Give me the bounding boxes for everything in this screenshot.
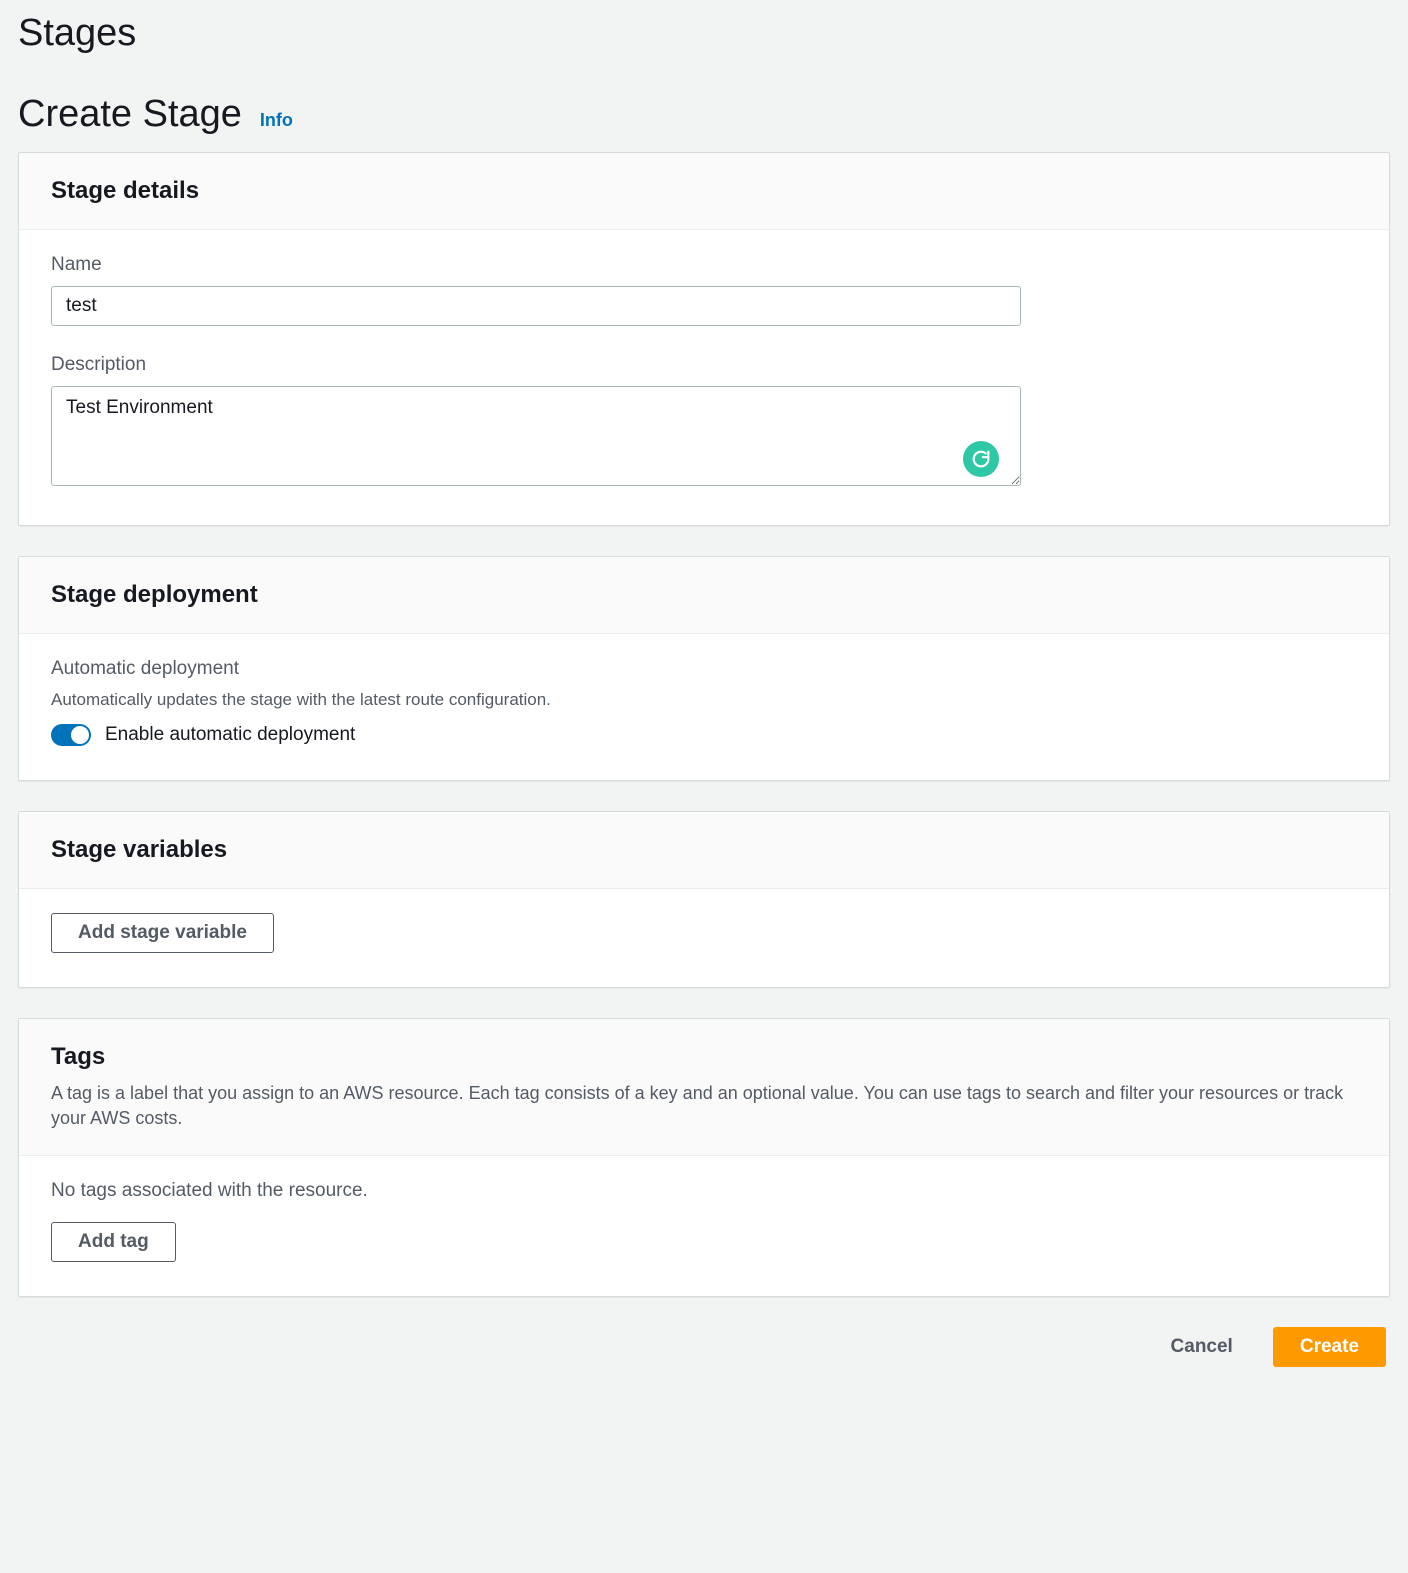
panel-title-tags: Tags <box>51 1043 1357 1071</box>
panel-stage-details: Stage details Name Description Test Envi… <box>18 152 1390 526</box>
enable-auto-deployment-toggle[interactable] <box>51 724 91 746</box>
description-textarea[interactable]: Test Environment <box>51 386 1021 486</box>
tags-empty-message: No tags associated with the resource. <box>51 1180 1357 1202</box>
panel-title-stage-details: Stage details <box>51 177 1357 205</box>
panel-title-stage-variables: Stage variables <box>51 836 1357 864</box>
breadcrumb: Stages <box>18 12 1390 55</box>
panel-stage-deployment: Stage deployment Automatic deployment Au… <box>18 556 1390 781</box>
add-tag-button[interactable]: Add tag <box>51 1222 176 1262</box>
grammarly-icon <box>963 441 999 477</box>
name-label: Name <box>51 254 1357 276</box>
enable-auto-deployment-label: Enable automatic deployment <box>105 724 355 746</box>
name-input[interactable] <box>51 286 1021 326</box>
info-link[interactable]: Info <box>260 110 293 131</box>
page-title: Create Stage <box>18 93 242 136</box>
cancel-button[interactable]: Cancel <box>1157 1328 1247 1366</box>
create-button[interactable]: Create <box>1273 1327 1386 1367</box>
automatic-deployment-label: Automatic deployment <box>51 658 1357 680</box>
add-stage-variable-button[interactable]: Add stage variable <box>51 913 274 953</box>
panel-title-stage-deployment: Stage deployment <box>51 581 1357 609</box>
tags-desc: A tag is a label that you assign to an A… <box>51 1081 1357 1131</box>
panel-tags: Tags A tag is a label that you assign to… <box>18 1018 1390 1297</box>
automatic-deployment-desc: Automatically updates the stage with the… <box>51 690 1357 710</box>
panel-stage-variables: Stage variables Add stage variable <box>18 811 1390 988</box>
description-label: Description <box>51 354 1357 376</box>
